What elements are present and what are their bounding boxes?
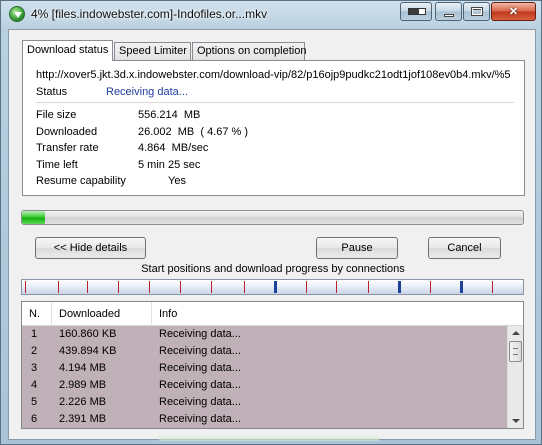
connection-marker [25,281,26,293]
cell-number: 5 [31,396,38,408]
maximize-button[interactable] [463,2,490,21]
connection-marker [492,281,493,293]
download-progress-bar [21,210,524,225]
window-title: 4% [files.indowebster.com]-Indofiles.or.… [31,7,268,21]
maximize-icon [471,7,483,16]
app-icon [9,6,25,22]
close-button[interactable]: ✕ [491,2,536,21]
cell-number: 1 [31,328,38,340]
cell-info: Receiving data... [159,413,241,425]
time-left-label: Time left [36,158,78,171]
close-icon: ✕ [508,6,519,18]
column-header-number[interactable]: N. [22,302,52,326]
time-left-row: Time left 5 min 25 sec [36,159,336,176]
cell-info: Receiving data... [159,328,241,340]
resume-capability-label: Resume capability [36,175,126,187]
cell-number: 4 [31,379,38,391]
cell-downloaded: 2.226 MB [59,396,107,408]
transfer-rate-value: 4.864 MB/sec [138,142,209,154]
connection-marker [58,281,59,293]
downloaded-value: 26.002 MB ( 4.67 % ) [138,125,249,138]
connection-marker [306,281,307,293]
table-row[interactable]: 4 2.989 MB Receiving data... [22,377,507,394]
table-header: N. Downloaded Info [22,302,523,326]
connection-marker [87,281,88,293]
connection-marker [149,281,150,293]
resume-capability-row: Resume capability Yes [36,175,336,192]
progress-bar-icon [408,8,426,15]
table-row[interactable]: 2 439.894 KB Receiving data... [22,343,507,360]
cell-info: Receiving data... [159,396,241,408]
connection-marker [211,281,212,293]
file-size-row: File size 556.214 MB [36,109,336,126]
status-value: Receiving data... [106,86,188,98]
file-size-value: 556.214 MB [138,109,201,121]
column-header-info[interactable]: Info [152,302,507,326]
connection-marker [118,281,119,293]
cell-downloaded: 4.194 MB [59,362,107,374]
cell-info: Receiving data... [159,345,241,357]
minimize-icon [444,14,454,17]
transfer-rate-row: Transfer rate 4.864 MB/sec [36,142,336,159]
cancel-button[interactable]: Cancel [428,237,501,259]
active-connection-marker [460,281,463,293]
table-row[interactable]: 1 160.860 KB Receiving data... [22,326,507,343]
active-connection-marker [398,281,401,293]
download-window: 4% [files.indowebster.com]-Indofiles.or.… [0,0,542,445]
table-row[interactable]: 5 2.226 MB Receiving data... [22,394,507,411]
connection-marker [244,281,245,293]
minimize-button[interactable] [435,2,462,21]
cell-downloaded: 160.860 KB [59,328,117,340]
table-row[interactable]: 3 4.194 MB Receiving data... [22,360,507,377]
scroll-up-arrow-icon[interactable] [508,326,523,340]
time-left-value: 5 min 25 sec [138,158,201,171]
progress-fill [22,211,45,224]
connections-caption: Start positions and download progress by… [141,263,405,275]
tab-download-status[interactable]: Download status [22,40,113,61]
cell-downloaded: 439.894 KB [59,345,117,357]
downloaded-label: Downloaded [36,125,98,138]
scroll-down-arrow-icon[interactable] [508,414,523,428]
file-size-label: File size [36,109,77,121]
status-label: Status [36,86,68,98]
dialog-client-area: Download status Speed Limiter Options on… [8,29,536,441]
cell-number: 6 [31,413,38,425]
cell-downloaded: 2.391 MB [59,413,107,425]
resume-capability-value: Yes [168,175,186,187]
table-body: 1 160.860 KB Receiving data... 2 439.894… [22,326,507,428]
hide-details-button[interactable]: << Hide details [35,237,146,259]
tab-options-on-completion[interactable]: Options on completion [192,42,306,60]
cell-info: Receiving data... [159,379,241,391]
connections-progress-strip [21,279,524,295]
title-bar[interactable]: 4% [files.indowebster.com]-Indofiles.or.… [1,1,541,29]
connection-marker [368,281,369,293]
pause-button[interactable]: Pause [316,237,398,259]
download-status-panel: http://xover5.jkt.3d.x.indowebster.com/d… [22,60,525,196]
vertical-scrollbar[interactable] [507,326,523,428]
column-header-downloaded[interactable]: Downloaded [52,302,152,326]
connection-marker [180,281,181,293]
cell-info: Receiving data... [159,362,241,374]
download-url: http://xover5.jkt.3d.x.indowebster.com/d… [36,69,511,81]
info-rows: File size 556.214 MB Downloaded 26.002 M… [36,109,336,192]
transfer-rate-label: Transfer rate [36,142,99,154]
minimize-to-bar-button[interactable] [400,2,432,21]
connection-marker [336,281,337,293]
cell-downloaded: 2.989 MB [59,379,107,391]
cell-number: 3 [31,362,38,374]
table-row[interactable]: 6 2.391 MB Receiving data... [22,411,507,428]
tab-speed-limiter[interactable]: Speed Limiter [114,42,191,60]
connections-table: N. Downloaded Info 1 160.860 KB Receivin… [21,301,524,429]
background-window-edge [159,434,379,441]
cell-number: 2 [31,345,38,357]
scrollbar-thumb[interactable] [509,341,522,362]
connection-marker [430,281,431,293]
active-connection-marker [274,281,277,293]
downloaded-row: Downloaded 26.002 MB ( 4.67 % ) [36,126,336,143]
divider [36,102,514,103]
